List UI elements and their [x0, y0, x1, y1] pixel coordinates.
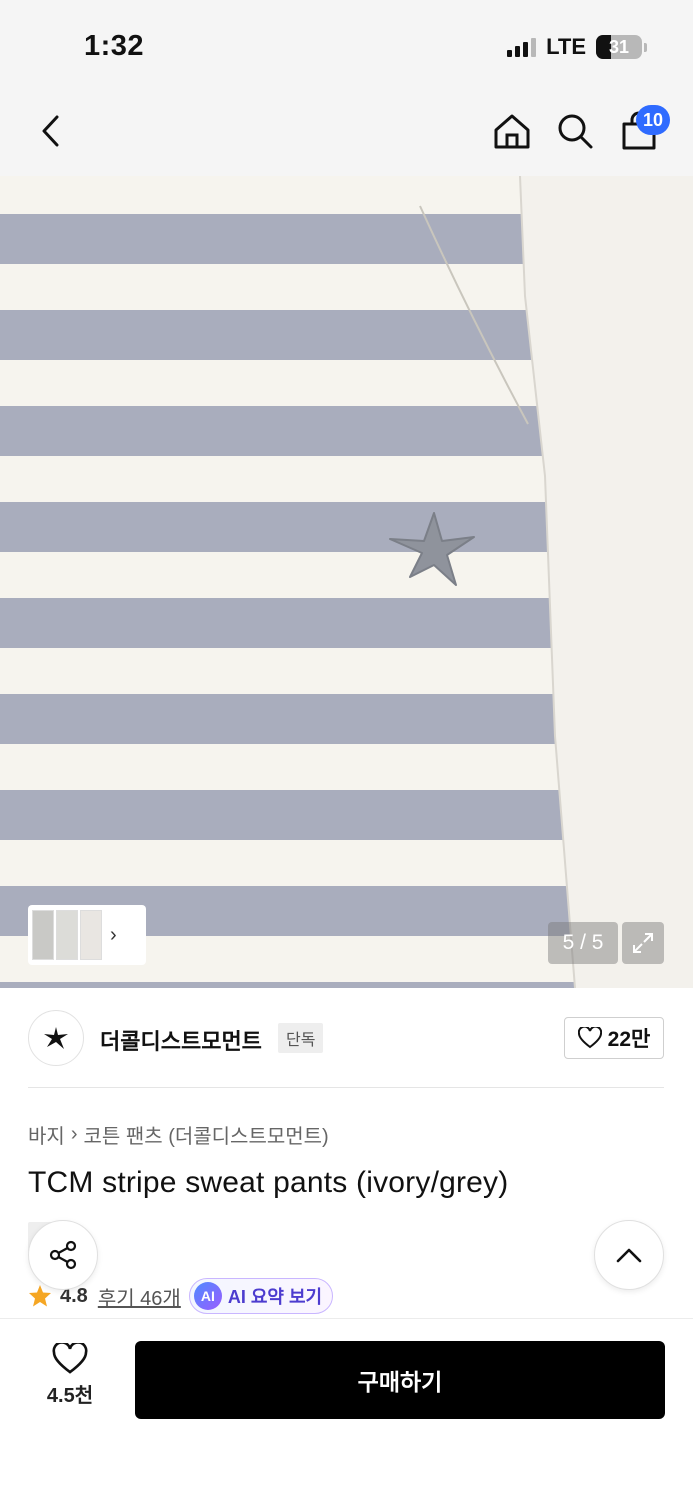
chevron-up-icon: [616, 1248, 642, 1263]
brand-like-count: 22만: [607, 1028, 651, 1051]
gallery-page-indicator: 5 / 5: [548, 922, 618, 964]
brand-row: 더콜디스트모먼트 단독 22만: [0, 988, 693, 1088]
brand-like-button[interactable]: 22만: [564, 1017, 664, 1059]
status-bar: 1:32 LTE 31: [0, 0, 693, 88]
cart-count-badge: 10: [636, 105, 670, 135]
status-time: 1:32: [84, 30, 145, 62]
status-indicators: LTE 31: [507, 34, 647, 60]
breadcrumb-item-cotton-pants[interactable]: 코튼 팬츠 (더콜디스트모먼트): [83, 1120, 328, 1149]
home-icon: [494, 114, 530, 149]
thumbnail-strip[interactable]: ›: [28, 905, 146, 965]
network-type: LTE: [546, 34, 586, 59]
battery-cap: [644, 42, 647, 52]
brand-name[interactable]: 더콜디스트모먼트: [100, 1024, 262, 1056]
heart-outline-icon: [52, 1343, 88, 1374]
battery-level: 31: [608, 37, 630, 57]
product-photo: [0, 176, 693, 988]
product-title: TCM stripe sweat pants (ivory/grey): [28, 1166, 509, 1199]
expand-image-button[interactable]: [622, 922, 664, 964]
expand-icon: [633, 933, 653, 953]
battery-icon: 31: [596, 35, 642, 59]
thumbnail-image: [56, 910, 78, 960]
search-icon: [558, 114, 593, 149]
thumbnail-image: [32, 910, 54, 960]
review-link[interactable]: 후기 46개: [98, 1282, 181, 1311]
starfish-logo-icon: [44, 1027, 68, 1049]
brand-logo[interactable]: [28, 1010, 84, 1066]
wishlist-button[interactable]: 4.5천: [30, 1343, 110, 1419]
product-image-gallery[interactable]: 5 / 5: [0, 176, 693, 988]
chevron-right-icon: ›: [110, 923, 117, 946]
bottom-action-bar: 4.5천 구매하기: [0, 1318, 693, 1500]
exclusive-tag: 단독: [278, 1023, 324, 1053]
chevron-right-icon: ›: [70, 1123, 78, 1145]
top-navigation: [0, 88, 693, 176]
divider: [28, 1087, 664, 1088]
thumbnail-image: [80, 910, 102, 960]
scroll-top-button[interactable]: [594, 1220, 664, 1290]
breadcrumb-item-pants[interactable]: 바지: [28, 1120, 65, 1149]
back-button[interactable]: [26, 106, 76, 156]
signal-icon: [507, 37, 537, 57]
chevron-left-icon: [42, 115, 59, 147]
ai-icon: AI: [193, 1282, 222, 1310]
search-button[interactable]: [550, 106, 600, 156]
share-icon: [49, 1240, 77, 1270]
wishlist-count: 4.5천: [46, 1385, 94, 1407]
share-button[interactable]: [28, 1220, 98, 1290]
ai-summary-label: AI 요약 보기: [227, 1287, 323, 1307]
ai-summary-button[interactable]: AI AI 요약 보기: [188, 1278, 334, 1314]
home-button[interactable]: [487, 106, 537, 156]
heart-outline-icon: [577, 1027, 602, 1049]
star-icon: [29, 1285, 51, 1307]
breadcrumb: 바지 › 코튼 팬츠 (더콜디스트모먼트): [28, 1120, 329, 1149]
buy-button[interactable]: 구매하기: [135, 1341, 665, 1419]
